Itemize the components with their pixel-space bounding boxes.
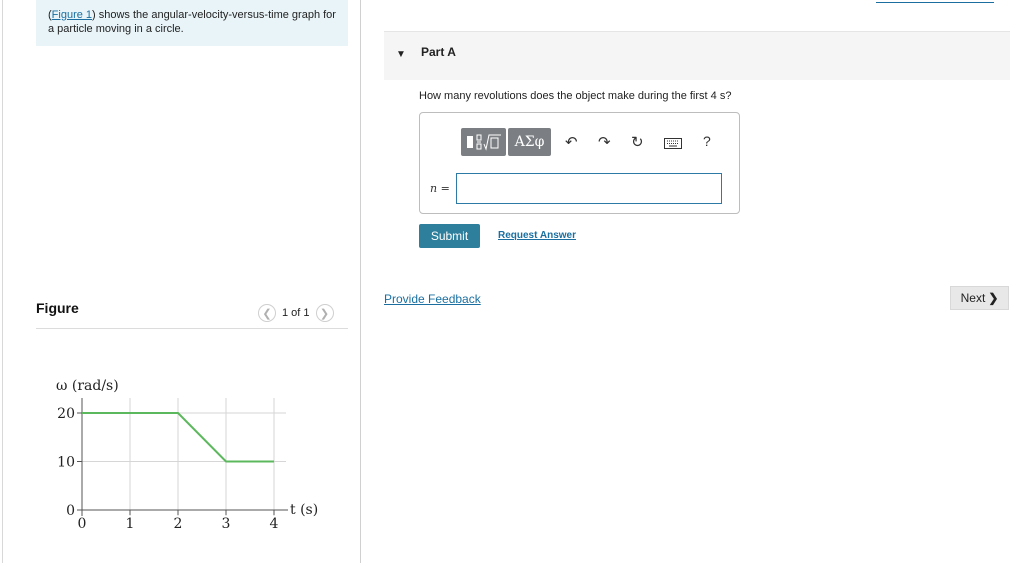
x-tick-label: 0 bbox=[78, 516, 87, 532]
x-tick-label: 4 bbox=[270, 516, 279, 532]
pane-divider bbox=[360, 0, 361, 563]
variable-label: n = bbox=[430, 182, 450, 195]
chevron-right-icon: ❯ bbox=[988, 291, 999, 305]
x-tick-label: 1 bbox=[126, 516, 135, 532]
intro-text: ) shows the angular-velocity-versus-time… bbox=[48, 9, 336, 35]
figure-page-indicator: 1 of 1 bbox=[282, 307, 310, 319]
figure-link[interactable]: Figure 1 bbox=[52, 9, 92, 21]
keyboard-icon[interactable] bbox=[664, 138, 682, 149]
figure-pagination: ❮ 1 of 1 ❯ bbox=[258, 303, 334, 323]
next-button[interactable]: Next ❯ bbox=[950, 286, 1009, 310]
y-tick-label: 10 bbox=[57, 455, 75, 471]
provide-feedback-link[interactable]: Provide Feedback bbox=[384, 292, 481, 306]
next-label: Next bbox=[960, 291, 986, 305]
templates-button[interactable] bbox=[461, 128, 506, 156]
request-answer-link[interactable]: Request Answer bbox=[498, 230, 576, 241]
y-tick-label: 0 bbox=[66, 503, 75, 519]
figure-divider bbox=[36, 328, 348, 329]
top-links-underline bbox=[876, 0, 994, 3]
symbols-button[interactable]: ΑΣφ bbox=[508, 128, 551, 156]
redo-icon[interactable]: ↷ bbox=[598, 133, 611, 151]
answer-input[interactable] bbox=[456, 173, 722, 204]
fraction-sqrt-template-icon bbox=[466, 134, 501, 151]
undo-icon[interactable]: ↶ bbox=[565, 133, 578, 151]
submit-button[interactable]: Submit bbox=[419, 224, 480, 248]
part-a-header[interactable]: ▼ Part A bbox=[384, 31, 1010, 80]
help-button[interactable]: ? bbox=[703, 133, 711, 149]
chevron-left-icon: ❮ bbox=[262, 307, 272, 320]
angular-velocity-graph: 0 10 20 0 1 2 3 4 ω (rad/s) t (s) bbox=[56, 378, 318, 532]
next-figure-button[interactable]: ❯ bbox=[315, 304, 334, 322]
question-text: How many revolutions does the object mak… bbox=[419, 90, 732, 102]
collapse-triangle-icon[interactable]: ▼ bbox=[396, 49, 406, 60]
y-tick-label: 20 bbox=[57, 406, 75, 422]
x-tick-label: 2 bbox=[174, 516, 183, 532]
left-border bbox=[2, 0, 3, 563]
y-axis-label: ω (rad/s) bbox=[56, 378, 119, 394]
x-axis-label: t (s) bbox=[290, 502, 318, 518]
part-a-title: Part A bbox=[421, 45, 456, 59]
x-tick-label: 3 bbox=[222, 516, 231, 532]
prev-figure-button[interactable]: ❮ bbox=[258, 304, 276, 322]
answer-box: ΑΣφ ↶ ↷ ↻ ? n = bbox=[419, 112, 740, 214]
reset-icon[interactable]: ↻ bbox=[631, 133, 644, 151]
figure-title: Figure bbox=[36, 300, 79, 316]
intro-box: (Figure 1) shows the angular-velocity-ve… bbox=[36, 0, 348, 46]
chevron-right-icon: ❯ bbox=[319, 307, 330, 320]
